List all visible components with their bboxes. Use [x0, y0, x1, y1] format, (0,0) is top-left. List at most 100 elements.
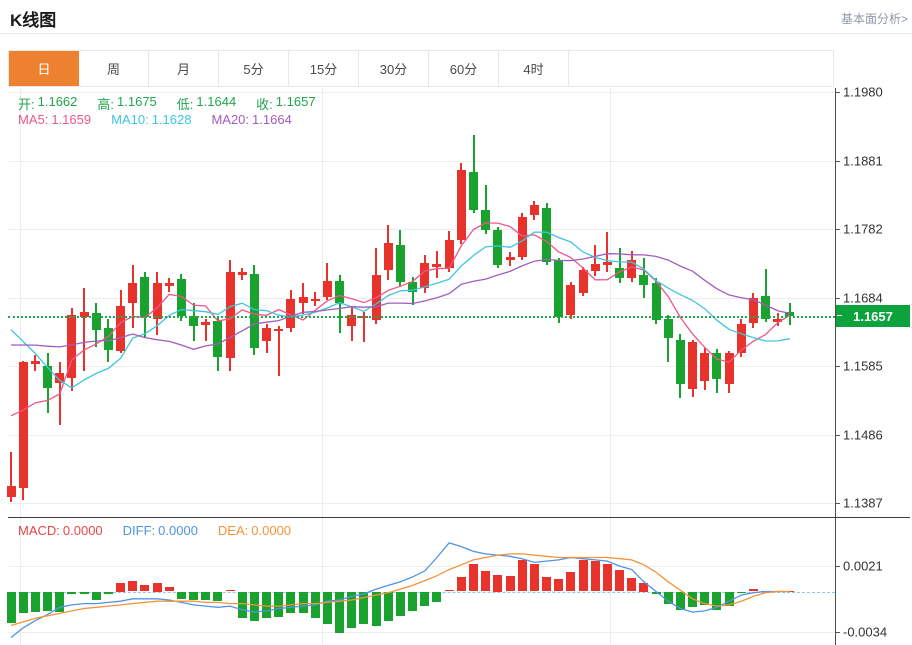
legend-item: 高:1.1675	[97, 94, 156, 113]
macd-bar	[530, 564, 539, 592]
axis-label: 1.1387	[843, 496, 883, 511]
candle-body	[165, 283, 174, 286]
candle-body	[603, 262, 612, 266]
candle-body	[274, 329, 283, 331]
candle-body	[749, 298, 758, 324]
candle-body	[579, 270, 588, 293]
ma-legend: MA5:1.1659MA10:1.1628MA20:1.1664	[18, 112, 292, 127]
candle-body	[457, 170, 466, 240]
legend-label: MA5:	[18, 112, 48, 127]
candle-body	[676, 340, 685, 384]
macd-bar	[408, 592, 417, 611]
candle-body	[408, 282, 417, 292]
legend-label: 收:	[256, 94, 273, 113]
candle-body	[518, 217, 527, 257]
tab-month[interactable]: 月	[149, 51, 219, 86]
candle-body	[286, 299, 295, 329]
macd-bar	[712, 592, 721, 610]
candle-body	[128, 283, 137, 303]
gridline-horizontal	[8, 229, 835, 230]
macd-bar	[104, 592, 113, 594]
candle-body	[262, 328, 271, 341]
legend-value: 1.1628	[152, 112, 192, 127]
candle-body	[445, 240, 454, 268]
macd-bar	[335, 592, 344, 633]
legend-item: 低:1.1644	[177, 94, 236, 113]
candle-body	[554, 260, 563, 317]
candle-wick	[83, 288, 85, 371]
candle-body	[19, 362, 28, 487]
candle-body	[627, 260, 636, 278]
macd-bar	[639, 583, 648, 592]
legend-label: MA10:	[111, 112, 149, 127]
price-tag-tick	[837, 315, 842, 316]
axis-label: 1.1980	[843, 85, 883, 100]
candle-body	[712, 353, 721, 379]
macd-bar	[80, 592, 89, 594]
macd-bar	[785, 591, 794, 592]
candle-body	[7, 486, 16, 497]
legend-value: 1.1657	[276, 94, 316, 113]
macd-bar	[116, 583, 125, 592]
macd-legend: MACD:0.0000DIFF:0.0000DEA:0.0000	[18, 523, 291, 538]
macd-bar	[359, 592, 368, 625]
axis-tick	[835, 435, 840, 436]
tab-5min[interactable]: 5分	[219, 51, 289, 86]
axis-tick	[835, 298, 840, 299]
legend-value: 1.1662	[38, 94, 78, 113]
legend-label: 低:	[177, 94, 194, 113]
candle-body	[652, 283, 661, 320]
macd-bar	[201, 592, 210, 601]
gridline-horizontal	[8, 566, 835, 567]
macd-bar	[165, 587, 174, 592]
macd-bar	[432, 592, 441, 603]
legend-label: 开:	[18, 94, 35, 113]
tab-60min[interactable]: 60分	[429, 51, 499, 86]
macd-bar	[189, 592, 198, 601]
macd-bar	[615, 570, 624, 592]
tab-4hour[interactable]: 4时	[499, 51, 569, 86]
legend-value: 1.1644	[196, 94, 236, 113]
tab-day[interactable]: 日	[9, 51, 79, 86]
macd-bar	[603, 564, 612, 592]
macd-bar	[579, 560, 588, 592]
candle-body	[469, 172, 478, 209]
axis-label: 1.1684	[843, 290, 883, 305]
gridline-horizontal	[8, 92, 835, 93]
macd-bar	[347, 592, 356, 628]
candle-body	[323, 281, 332, 298]
candle-body	[153, 283, 162, 319]
legend-label: MACD:	[18, 523, 60, 538]
candle-body	[664, 319, 673, 338]
macd-bar	[213, 592, 222, 602]
tab-15min[interactable]: 15分	[289, 51, 359, 86]
macd-bar	[566, 572, 575, 591]
macd-bar	[43, 592, 52, 611]
tab-week[interactable]: 周	[79, 51, 149, 86]
gridline-vertical	[322, 88, 323, 645]
legend-label: MA20:	[211, 112, 249, 127]
legend-value: 1.1675	[117, 94, 157, 113]
tab-30min[interactable]: 30分	[359, 51, 429, 86]
candle-body	[615, 268, 624, 278]
legend-item: MA10:1.1628	[111, 112, 191, 127]
candle-body	[591, 264, 600, 271]
fundamental-analysis-link[interactable]: 基本面分析>	[841, 10, 908, 27]
macd-bar	[749, 589, 758, 591]
header-divider	[0, 33, 912, 34]
candle-body	[238, 272, 247, 276]
candle-body	[773, 319, 782, 322]
macd-bar	[773, 591, 782, 592]
candle-body	[43, 366, 52, 388]
macd-bar	[226, 590, 235, 591]
pane-separator	[8, 517, 910, 518]
macd-bar	[676, 592, 685, 610]
macd-bar	[725, 592, 734, 607]
candle-body	[530, 205, 539, 215]
candle-body	[104, 328, 113, 350]
candle-wick	[606, 232, 608, 272]
macd-bar	[311, 592, 320, 619]
macd-bar	[153, 583, 162, 592]
candle-body	[201, 322, 210, 325]
candle-body	[55, 373, 64, 383]
